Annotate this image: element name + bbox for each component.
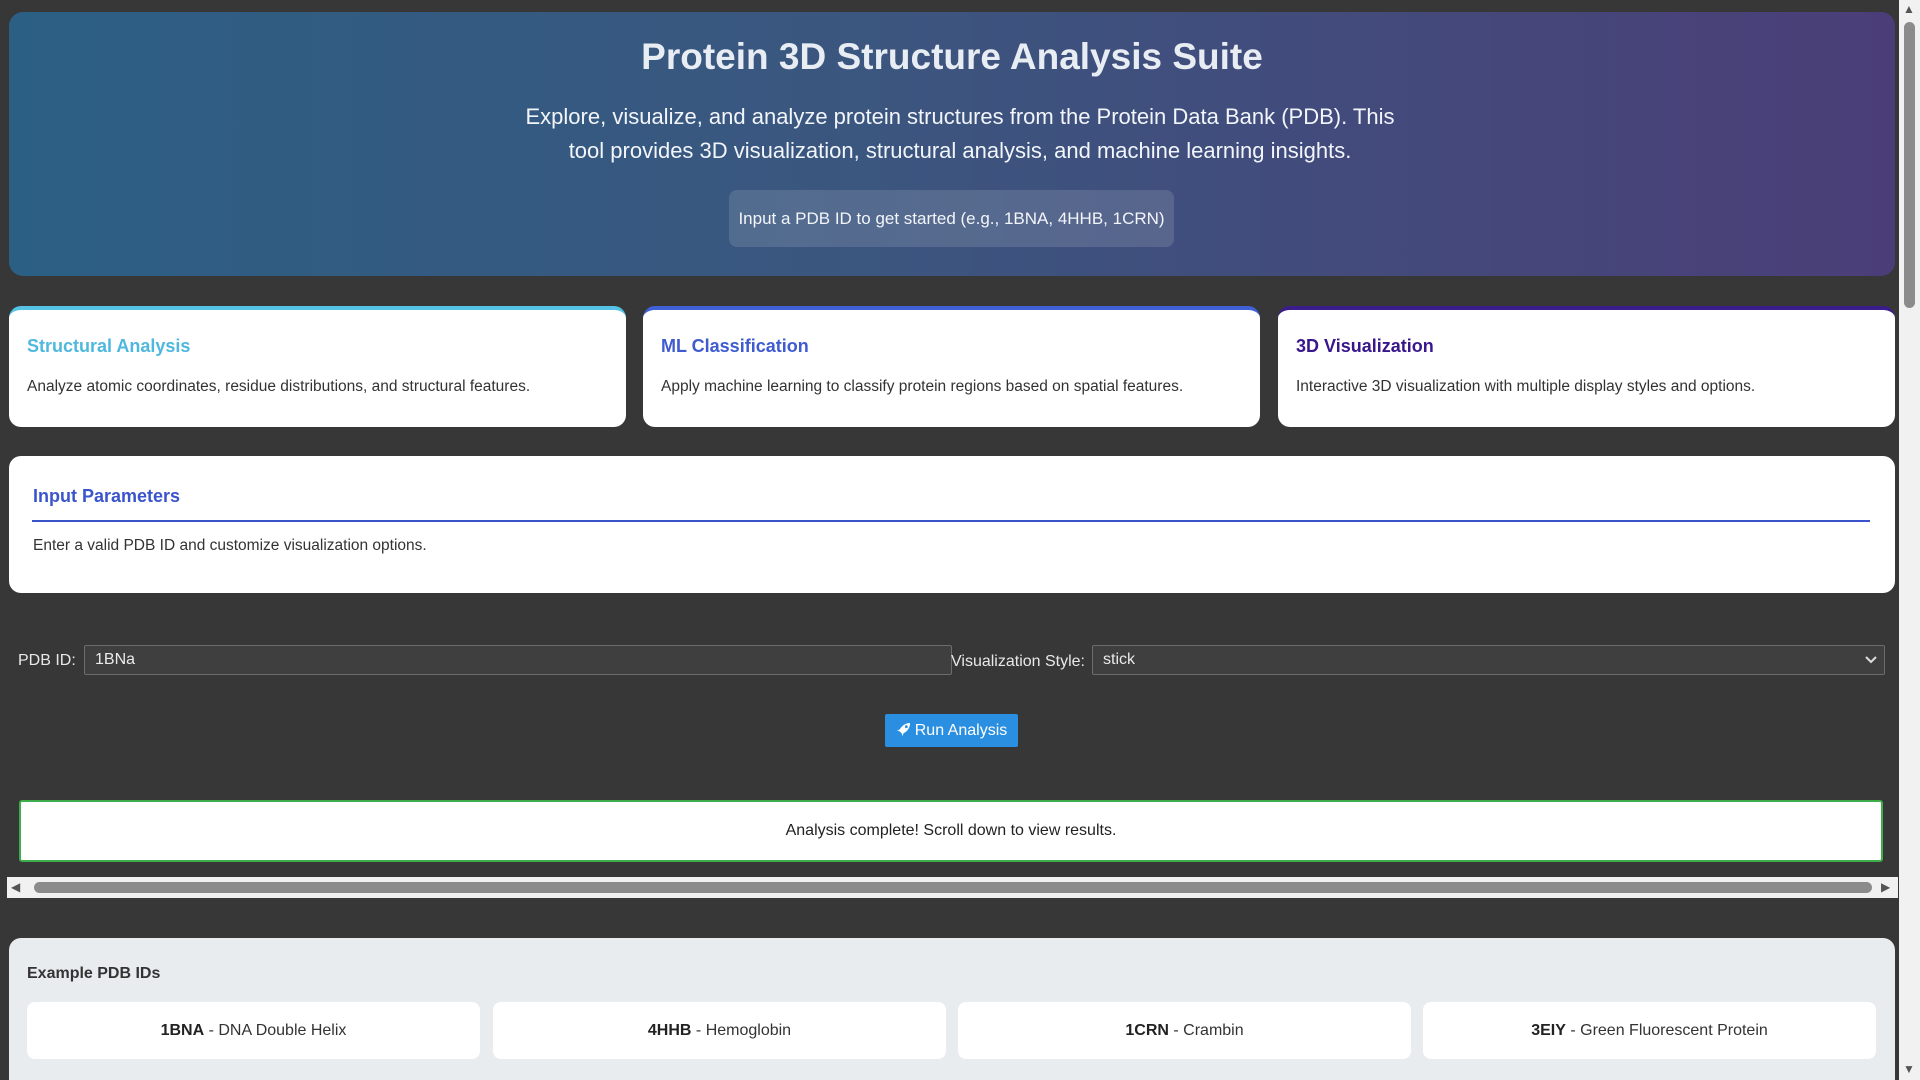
example-name: - Green Fluorescent Protein <box>1565 1022 1768 1039</box>
feature-card-text: Analyze atomic coordinates, residue dist… <box>27 378 531 395</box>
feature-card-text: Interactive 3D visualization with multip… <box>1296 378 1756 395</box>
page-title: Protein 3D Structure Analysis Suite <box>641 36 1263 77</box>
visualization-style-value: stick <box>1103 651 1135 668</box>
example-name: - DNA Double Helix <box>204 1022 347 1039</box>
example-item-1crn[interactable]: 1CRN - Crambin <box>958 1002 1411 1059</box>
scroll-left-icon[interactable]: ◀ <box>11 880 20 894</box>
run-analysis-label: Run Analysis <box>914 722 1008 739</box>
scroll-right-icon[interactable]: ▶ <box>1881 880 1890 894</box>
feature-card-structural-analysis: Structural Analysis Analyze atomic coord… <box>9 306 626 427</box>
feature-card-text: Apply machine learning to classify prote… <box>661 378 1184 395</box>
status-message: Analysis complete! Scroll down to view r… <box>19 800 1883 862</box>
rocket-icon <box>896 722 910 737</box>
example-id: 1CRN <box>1125 1022 1169 1039</box>
header-banner: Protein 3D Structure Analysis Suite Expl… <box>9 12 1895 276</box>
examples-title: Example PDB IDs <box>27 965 161 982</box>
example-item-1bna[interactable]: 1BNA - DNA Double Helix <box>27 1002 480 1059</box>
input-parameters-panel: Input Parameters Enter a valid PDB ID an… <box>9 456 1895 593</box>
pdb-id-label: PDB ID: <box>18 652 76 669</box>
chevron-down-icon <box>1864 646 1878 683</box>
run-analysis-button[interactable]: Run Analysis <box>885 714 1018 747</box>
example-id: 3EIY <box>1531 1022 1566 1039</box>
feature-card-3d-visualization: 3D Visualization Interactive 3D visualiz… <box>1278 306 1895 427</box>
section-description: Enter a valid PDB ID and customize visua… <box>33 537 427 554</box>
pdb-id-input[interactable]: 1BNa <box>84 645 952 675</box>
feature-card-title: 3D Visualization <box>1296 336 1434 356</box>
horizontal-scrollbar[interactable]: ◀ ▶ <box>7 877 1898 898</box>
example-name: - Hemoglobin <box>691 1022 792 1039</box>
vertical-scrollbar[interactable]: ▲ ▼ <box>1899 0 1920 1080</box>
page-description: Explore, visualize, and analyze protein … <box>525 104 1395 163</box>
example-item-4hhb[interactable]: 4HHB - Hemoglobin <box>493 1002 946 1059</box>
scroll-down-icon[interactable]: ▼ <box>1903 1062 1915 1076</box>
example-pdb-ids-panel: Example PDB IDs 1BNA - DNA Double Helix … <box>9 938 1895 1080</box>
example-id: 1BNA <box>160 1022 205 1039</box>
section-title: Input Parameters <box>33 486 181 506</box>
feature-card-title: ML Classification <box>661 336 809 356</box>
visualization-style-label: Visualization Style: <box>951 653 1085 670</box>
vertical-scroll-thumb[interactable] <box>1904 22 1915 308</box>
feature-card-ml-classification: ML Classification Apply machine learning… <box>643 306 1260 427</box>
example-name: - Crambin <box>1168 1022 1244 1039</box>
feature-card-title: Structural Analysis <box>27 336 191 356</box>
main-content: Protein 3D Structure Analysis Suite Expl… <box>0 0 1899 1080</box>
section-divider <box>32 520 1870 522</box>
get-started-hint: Input a PDB ID to get started (e.g., 1BN… <box>729 190 1174 247</box>
example-id: 4HHB <box>647 1022 692 1039</box>
scroll-up-icon[interactable]: ▲ <box>1903 2 1915 16</box>
horizontal-scroll-thumb[interactable] <box>34 882 1872 893</box>
visualization-style-select[interactable]: stick <box>1092 645 1885 675</box>
example-item-3eiy[interactable]: 3EIY - Green Fluorescent Protein <box>1423 1002 1876 1059</box>
